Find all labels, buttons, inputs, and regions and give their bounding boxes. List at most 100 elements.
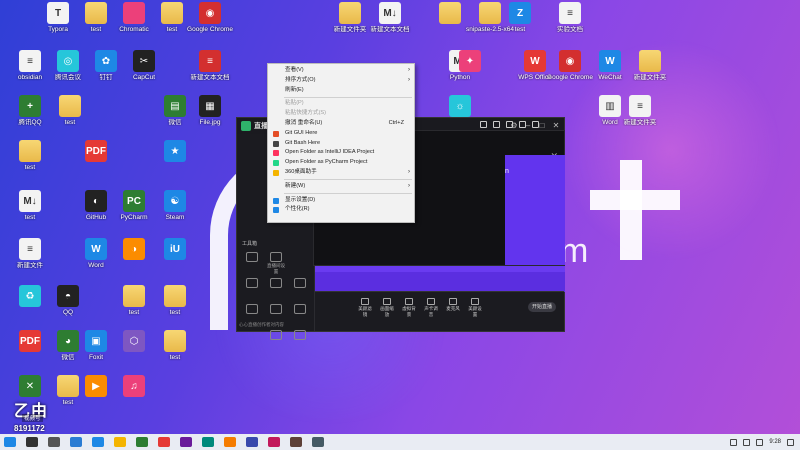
sidebar-tool-button[interactable] — [241, 278, 263, 289]
app-icon: + — [19, 95, 41, 117]
doc-icon: ≡ — [629, 95, 651, 117]
minimize-icon[interactable] — [519, 121, 526, 128]
app-icon: ⬡ — [123, 330, 145, 352]
taskbar-app-icon[interactable] — [158, 437, 170, 447]
desktop-icon[interactable]: W WPS Office — [509, 50, 561, 110]
app-icon: ✿ — [95, 50, 117, 72]
search-icon[interactable] — [26, 437, 38, 447]
status-text: 心心直播创作者对内容 — [239, 322, 284, 327]
app-icon: ◐ — [85, 190, 107, 212]
context-menu-item[interactable]: 360桌面助手 › — [268, 168, 414, 178]
windows-start-icon[interactable] — [4, 437, 16, 447]
taskbar-app-icon[interactable] — [246, 437, 258, 447]
sidebar-tool-button[interactable]: 直播间设置 — [265, 252, 287, 275]
start-live-button[interactable]: 开始直播 — [528, 302, 556, 312]
personalize-icon — [273, 207, 279, 214]
toolbar-button[interactable]: 美颜滤镜 — [357, 298, 373, 318]
overlay-tag: 视频号 — [22, 414, 43, 422]
context-menu-item[interactable]: Open Folder as IntelliJ IDEA Project — [268, 148, 414, 158]
taskbar-app-icon[interactable] — [70, 437, 82, 447]
context-menu-item[interactable]: Git GUI Here — [268, 129, 414, 139]
context-menu-item[interactable]: Open Folder as PyCharm Project — [268, 158, 414, 168]
context-menu-item-label: 查看(V) — [285, 67, 304, 73]
context-menu-item-label: Git Bash Here — [285, 139, 321, 146]
gear-icon[interactable] — [506, 121, 513, 128]
toolbar-button[interactable]: 美颜设置 — [467, 298, 483, 318]
taskbar-app-icon[interactable] — [290, 437, 302, 447]
taskbar-app-icon[interactable] — [114, 437, 126, 447]
desktop-context-menu: 查看(V) › 排序方式(O) › 刷新(E) 粘贴(P) 粘贴快捷方式(S) 撤消 重命名(… — [267, 63, 415, 223]
context-menu-item-label: Open Folder as PyCharm Project — [285, 159, 368, 166]
context-menu-item-label: 个性化(R) — [285, 206, 310, 213]
desktop-icon-label: test — [24, 164, 36, 171]
sidebar-tool-button[interactable] — [265, 304, 287, 315]
record-icon[interactable] — [480, 121, 487, 128]
chevron-right-icon: › — [408, 168, 410, 175]
typora-icon: T — [47, 2, 69, 24]
context-menu-item[interactable]: 显示设置(D) — [268, 196, 414, 206]
taskbar-app-icon[interactable] — [312, 437, 324, 447]
context-menu-item-label: 排序方式(O) — [285, 76, 316, 83]
toolbar-button[interactable]: 声卡调音 — [423, 298, 439, 318]
context-menu-item-label: Open Folder as IntelliJ IDEA Project — [285, 149, 375, 156]
context-menu-item[interactable]: 查看(V) › — [268, 66, 414, 76]
toolbar-button[interactable]: 画面缩放 — [379, 298, 395, 318]
word-icon: W — [85, 238, 107, 260]
context-menu-item-label: 撤消 重命名(U) — [285, 119, 323, 126]
desktop-icon-label: 新建文本文档 — [370, 26, 410, 33]
desktop-icon[interactable]: ♫ — [108, 375, 160, 435]
context-menu-item[interactable]: 个性化(R) — [268, 205, 414, 215]
notification-icon[interactable] — [787, 438, 794, 446]
sidebar-tool-button[interactable] — [241, 304, 263, 315]
task-view-icon[interactable] — [48, 437, 60, 447]
360-icon — [273, 169, 279, 176]
toolbar-button[interactable]: 麦克风 — [445, 298, 461, 312]
context-menu-item[interactable]: 刷新(E) — [268, 86, 414, 96]
intellij-icon — [273, 150, 279, 157]
taskbar-app-icon[interactable] — [224, 437, 236, 447]
context-menu-item[interactable]: 新建(W) › — [268, 182, 414, 192]
taskbar-app-icon[interactable] — [136, 437, 148, 447]
app-icon: ◎ — [57, 50, 79, 72]
context-menu-item[interactable]: 撤消 重命名(U) Ctrl+Z — [268, 119, 414, 129]
close-icon[interactable] — [532, 121, 539, 128]
sidebar-tool-button[interactable] — [241, 252, 263, 263]
taskbar-app-icon[interactable] — [202, 437, 214, 447]
taskbar-app-icon[interactable] — [92, 437, 104, 447]
taskbar-app-icon[interactable] — [268, 437, 280, 447]
pdf-icon: PDF — [19, 330, 41, 352]
chevron-up-icon[interactable] — [730, 438, 738, 446]
sidebar-tool-button[interactable] — [289, 304, 311, 315]
desktop-icon-label: 新建文件夹 — [633, 74, 667, 81]
desktop-icon[interactable]: M↓ 新建文本文档 — [364, 2, 416, 62]
context-menu-item[interactable]: 排序方式(O) › — [268, 76, 414, 86]
git-bash-icon — [273, 140, 279, 147]
desktop-icon[interactable]: ≡ 新建文件夹 — [614, 95, 666, 155]
sidebar-tool-button[interactable] — [289, 278, 311, 289]
taskbar-app-icon[interactable] — [180, 437, 192, 447]
context-menu-item-label: 360桌面助手 — [285, 168, 317, 175]
app-icon: ✦ — [459, 50, 481, 72]
app-icon: W — [599, 50, 621, 72]
app-icon: W — [524, 50, 546, 72]
toolbar-button[interactable]: 虚拟背景 — [401, 298, 417, 318]
context-menu-item: 粘贴(P) — [268, 99, 414, 109]
folder-icon — [164, 285, 186, 307]
app-logo-icon — [241, 121, 251, 131]
context-menu-item: 粘贴快捷方式(S) — [268, 109, 414, 119]
desktop-icon[interactable]: ✦ — [444, 50, 496, 110]
sidebar-tool-button[interactable] — [265, 278, 287, 289]
network-icon[interactable] — [743, 438, 751, 446]
sidebar-tool-button[interactable] — [289, 330, 311, 341]
clock[interactable]: 9:28 — [769, 439, 781, 445]
zip-icon: Z — [509, 2, 531, 24]
context-menu-item-label: 粘贴(P) — [285, 100, 304, 107]
screenshot-icon[interactable] — [493, 121, 500, 128]
maximize-icon[interactable]: □ — [538, 122, 546, 130]
sidebar-tool-button[interactable] — [265, 330, 287, 341]
folder-icon — [639, 50, 661, 72]
menu-separator — [284, 96, 412, 98]
close-icon[interactable]: ✕ — [552, 122, 560, 130]
volume-icon[interactable] — [756, 438, 764, 446]
context-menu-item[interactable]: Git Bash Here — [268, 139, 414, 149]
